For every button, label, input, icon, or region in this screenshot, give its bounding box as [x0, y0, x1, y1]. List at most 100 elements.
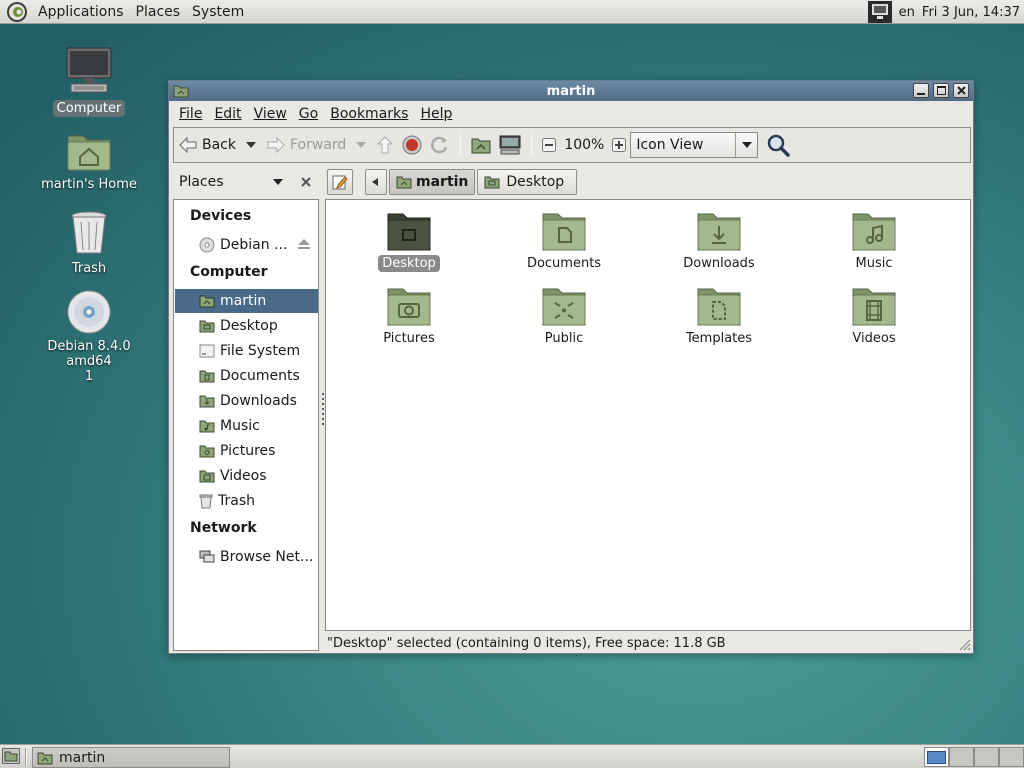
back-arrow-icon [178, 136, 198, 154]
workspace-4[interactable] [999, 747, 1024, 767]
desktop-folder-icon [199, 319, 215, 333]
computer-icon [499, 135, 521, 155]
sidebar-item-label: File System [220, 343, 301, 359]
back-button[interactable]: Back [174, 130, 240, 160]
workspace-2[interactable] [949, 747, 974, 767]
sidebar-item-downloads[interactable]: Downloads [175, 389, 318, 413]
file-item-pictures[interactable]: Pictures [344, 285, 474, 347]
sidebar-item-trash[interactable]: Trash [175, 489, 318, 513]
desktop-icon-home[interactable]: martin's Home [24, 130, 154, 193]
workspace-3[interactable] [974, 747, 999, 767]
downloads-folder-icon [696, 210, 742, 252]
zoom-out-button[interactable] [538, 130, 560, 160]
edit-menu-label: Edit [214, 105, 242, 122]
zoom-level[interactable]: 100% [560, 130, 608, 160]
desktop-icon-trash[interactable]: Trash [24, 210, 154, 277]
file-icon-view[interactable]: Desktop Documents Downloads Music Pictur… [325, 199, 971, 631]
sidebar-item-documents[interactable]: Documents [175, 364, 318, 388]
taskbar-item-martin[interactable]: martin [32, 747, 230, 768]
applications-menu[interactable]: Applications [32, 0, 130, 24]
sidebar-item-debian-disc[interactable]: Debian ... [175, 233, 318, 257]
path-scroll-left-button[interactable] [365, 169, 387, 195]
minimize-button[interactable] [913, 83, 929, 98]
file-item-downloads[interactable]: Downloads [654, 210, 784, 272]
network-monitor-icon[interactable] [867, 1, 892, 23]
window-titlebar[interactable]: martin [169, 81, 973, 101]
zoom-out-icon [542, 138, 557, 152]
videos-folder-icon [851, 285, 897, 327]
home-button[interactable] [467, 130, 495, 160]
path-bar: martin Desktop [327, 167, 967, 197]
taskbar-item-label: martin [59, 749, 106, 766]
sidebar-item-pictures[interactable]: Pictures [175, 439, 318, 463]
computer-button[interactable] [495, 130, 525, 160]
path-segment-desktop[interactable]: Desktop [477, 169, 578, 195]
path-segment-martin[interactable]: martin [389, 169, 476, 195]
file-item-public[interactable]: Public [499, 285, 629, 347]
file-item-label: Templates [685, 331, 753, 346]
bookmarks-menu[interactable]: Bookmarks [324, 106, 414, 122]
sidebar-item-browse-network[interactable]: Browse Net... [175, 545, 318, 569]
sidebar-type-dropdown[interactable] [273, 179, 283, 185]
back-label: Back [202, 137, 236, 153]
file-item-music[interactable]: Music [809, 210, 939, 272]
sidebar-type-label: Places [179, 174, 224, 190]
search-button[interactable] [758, 130, 794, 160]
workspace-1[interactable] [924, 747, 949, 767]
documents-folder-icon [541, 210, 587, 252]
maximize-button[interactable] [933, 83, 949, 98]
help-menu[interactable]: Help [414, 106, 458, 122]
sidebar-item-file-system[interactable]: File System [175, 339, 318, 363]
forward-label: Forward [290, 137, 347, 153]
desktop-icon-computer[interactable]: Computer [24, 46, 154, 117]
places-list: Devices Debian ... Computer martin Deskt… [173, 199, 319, 651]
desktop-icon-label: martin's Home [41, 177, 137, 192]
file-item-videos[interactable]: Videos [809, 285, 939, 347]
search-icon [766, 133, 791, 157]
toolbar-separator [531, 134, 533, 156]
status-text: "Desktop" selected (containing 0 items),… [327, 635, 726, 651]
debian-logo-icon[interactable] [6, 1, 28, 23]
desktop-folder-icon [484, 175, 500, 189]
close-button[interactable] [953, 83, 969, 98]
sidebar-item-label: Pictures [220, 443, 276, 459]
system-menu[interactable]: System [186, 0, 250, 24]
up-button[interactable] [372, 130, 398, 160]
sidebar-item-desktop[interactable]: Desktop [175, 314, 318, 338]
reload-icon [430, 135, 450, 155]
forward-button[interactable]: Forward [262, 130, 350, 160]
file-item-desktop[interactable]: Desktop [344, 210, 474, 272]
file-menu[interactable]: File [173, 106, 208, 122]
reload-button[interactable] [426, 130, 454, 160]
stop-button[interactable] [398, 130, 426, 160]
edit-menu[interactable]: Edit [208, 106, 247, 122]
view-mode-select[interactable]: Icon View [630, 132, 759, 158]
sidebar-item-label: Downloads [220, 393, 297, 409]
back-history-dropdown[interactable] [240, 130, 262, 160]
sidebar-item-music[interactable]: Music [175, 414, 318, 438]
sidebar-item-martin[interactable]: martin [175, 289, 318, 313]
file-item-templates[interactable]: Templates [654, 285, 784, 347]
view-menu[interactable]: View [248, 106, 293, 122]
places-menu[interactable]: Places [130, 0, 187, 24]
desktop-icon-debian-disc[interactable]: Debian 8.4.0 amd64 1 [24, 290, 154, 385]
window-resize-grip[interactable] [957, 637, 971, 651]
go-menu[interactable]: Go [293, 106, 324, 122]
sidebar-item-label: Browse Net... [220, 549, 314, 565]
drive-icon [199, 344, 215, 358]
show-desktop-icon[interactable] [2, 748, 20, 764]
file-menu-label: File [179, 105, 203, 122]
forward-arrow-icon [266, 136, 286, 154]
toggle-location-entry-button[interactable] [327, 169, 353, 195]
eject-icon[interactable] [298, 239, 310, 250]
sidebar-item-label: Trash [218, 493, 255, 509]
sidebar-item-videos[interactable]: Videos [175, 464, 318, 488]
close-sidebar-icon[interactable] [301, 177, 311, 187]
sidebar-item-label: Music [220, 418, 260, 434]
file-item-documents[interactable]: Documents [499, 210, 629, 272]
clock[interactable]: Fri 3 Jun, 14:37 [922, 5, 1020, 20]
zoom-in-button[interactable] [608, 130, 630, 160]
keyboard-layout-indicator[interactable]: en [899, 5, 915, 20]
forward-history-dropdown[interactable] [350, 130, 372, 160]
workspace-switcher [924, 747, 1024, 767]
